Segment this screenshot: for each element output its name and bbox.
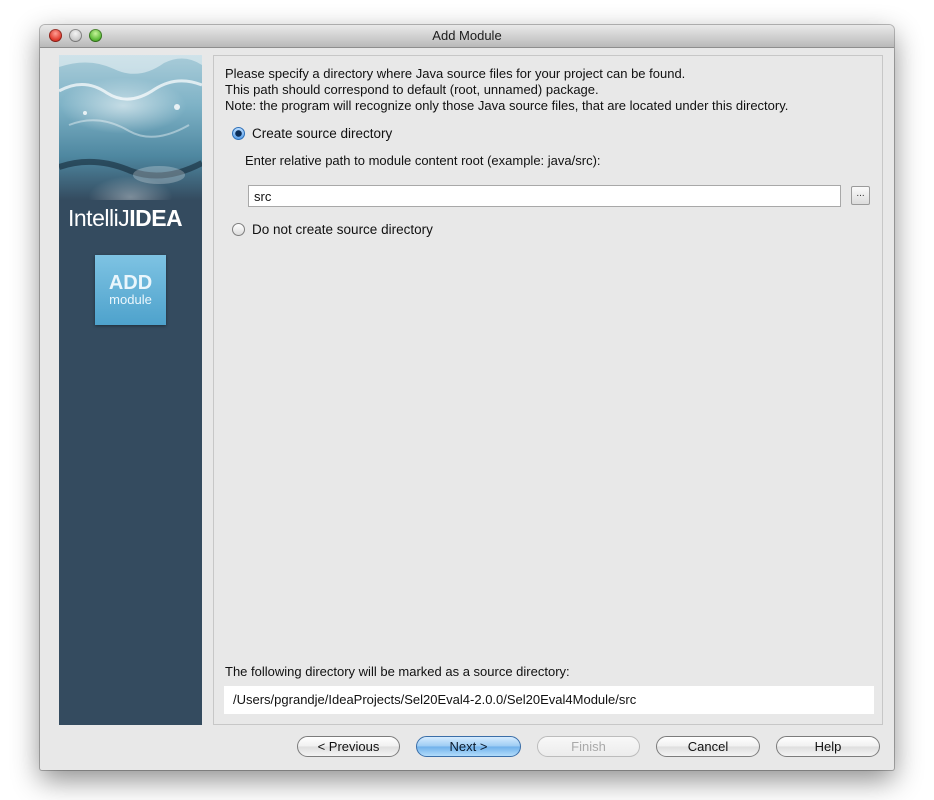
intro-line-3: Note: the program will recognize only th… <box>225 98 789 113</box>
browse-button[interactable]: ... <box>851 186 870 205</box>
create-source-directory-label: Create source directory <box>252 125 393 141</box>
intro-line-2: This path should correspond to default (… <box>225 82 599 97</box>
marked-directory-path: /Users/pgrandje/IdeaProjects/Sel20Eval4-… <box>224 686 874 714</box>
intellij-idea-logo: IntelliJIDEA <box>68 205 198 232</box>
next-button[interactable]: Next > <box>416 736 521 757</box>
window-title: Add Module <box>432 28 502 43</box>
wizard-content-panel: Please specify a directory where Java so… <box>213 55 883 725</box>
marked-directory-label: The following directory will be marked a… <box>225 664 570 679</box>
relative-path-hint: Enter relative path to module content ro… <box>245 153 601 168</box>
no-source-directory-label: Do not create source directory <box>252 221 433 237</box>
badge-module-text: module <box>109 292 152 307</box>
previous-button[interactable]: < Previous <box>297 736 400 757</box>
splash-illustration <box>59 55 202 184</box>
brand-bold-text: IDEA <box>129 205 183 231</box>
intro-line-1: Please specify a directory where Java so… <box>225 66 686 81</box>
water-splash-image <box>59 55 202 200</box>
create-source-directory-radio[interactable] <box>232 126 245 140</box>
add-module-badge: ADD module <box>95 255 166 325</box>
no-source-directory-option[interactable]: Do not create source directory <box>232 220 433 238</box>
badge-add-text: ADD <box>108 272 153 294</box>
wizard-sidebar: IntelliJIDEA ADD module <box>59 55 202 725</box>
help-button[interactable]: Help <box>776 736 880 757</box>
create-source-directory-option[interactable]: Create source directory <box>232 124 392 142</box>
add-module-dialog: Add Module IntelliJIDEA ADD module Pleas… <box>40 25 894 770</box>
cancel-button[interactable]: Cancel <box>656 736 760 757</box>
title-bar[interactable]: Add Module <box>40 25 894 48</box>
finish-button[interactable]: Finish <box>537 736 640 757</box>
relative-path-input[interactable] <box>248 185 841 207</box>
no-source-directory-radio[interactable] <box>232 222 245 236</box>
intro-text: Please specify a directory where Java so… <box>225 66 788 114</box>
brand-light-text: IntelliJ <box>68 205 130 231</box>
